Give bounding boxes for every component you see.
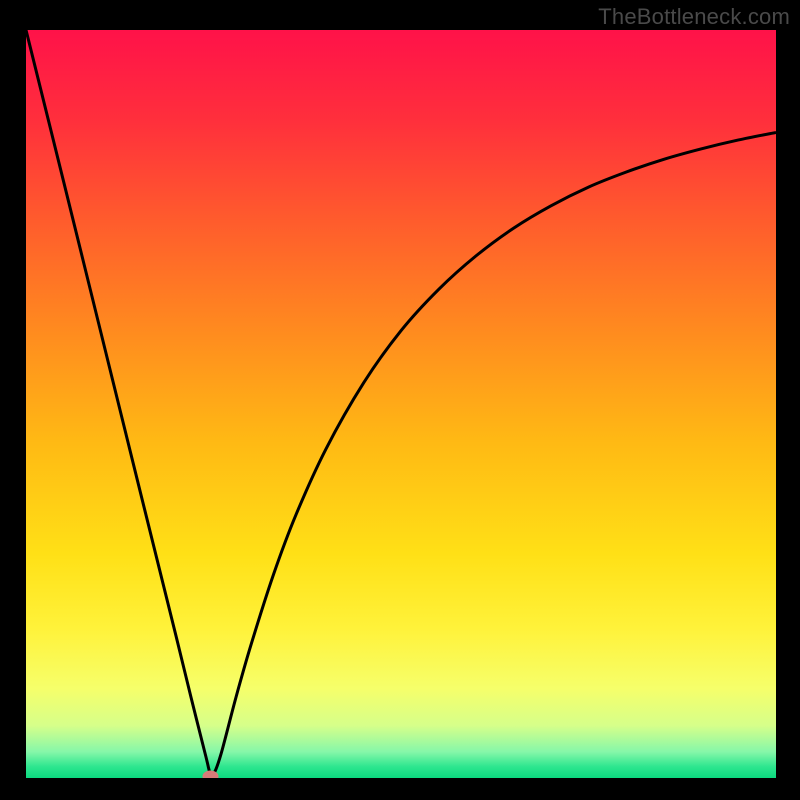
attribution-text: TheBottleneck.com — [598, 4, 790, 30]
gradient-background — [26, 30, 776, 778]
chart-frame: TheBottleneck.com — [0, 0, 800, 800]
bottleneck-curve-chart — [26, 30, 776, 778]
